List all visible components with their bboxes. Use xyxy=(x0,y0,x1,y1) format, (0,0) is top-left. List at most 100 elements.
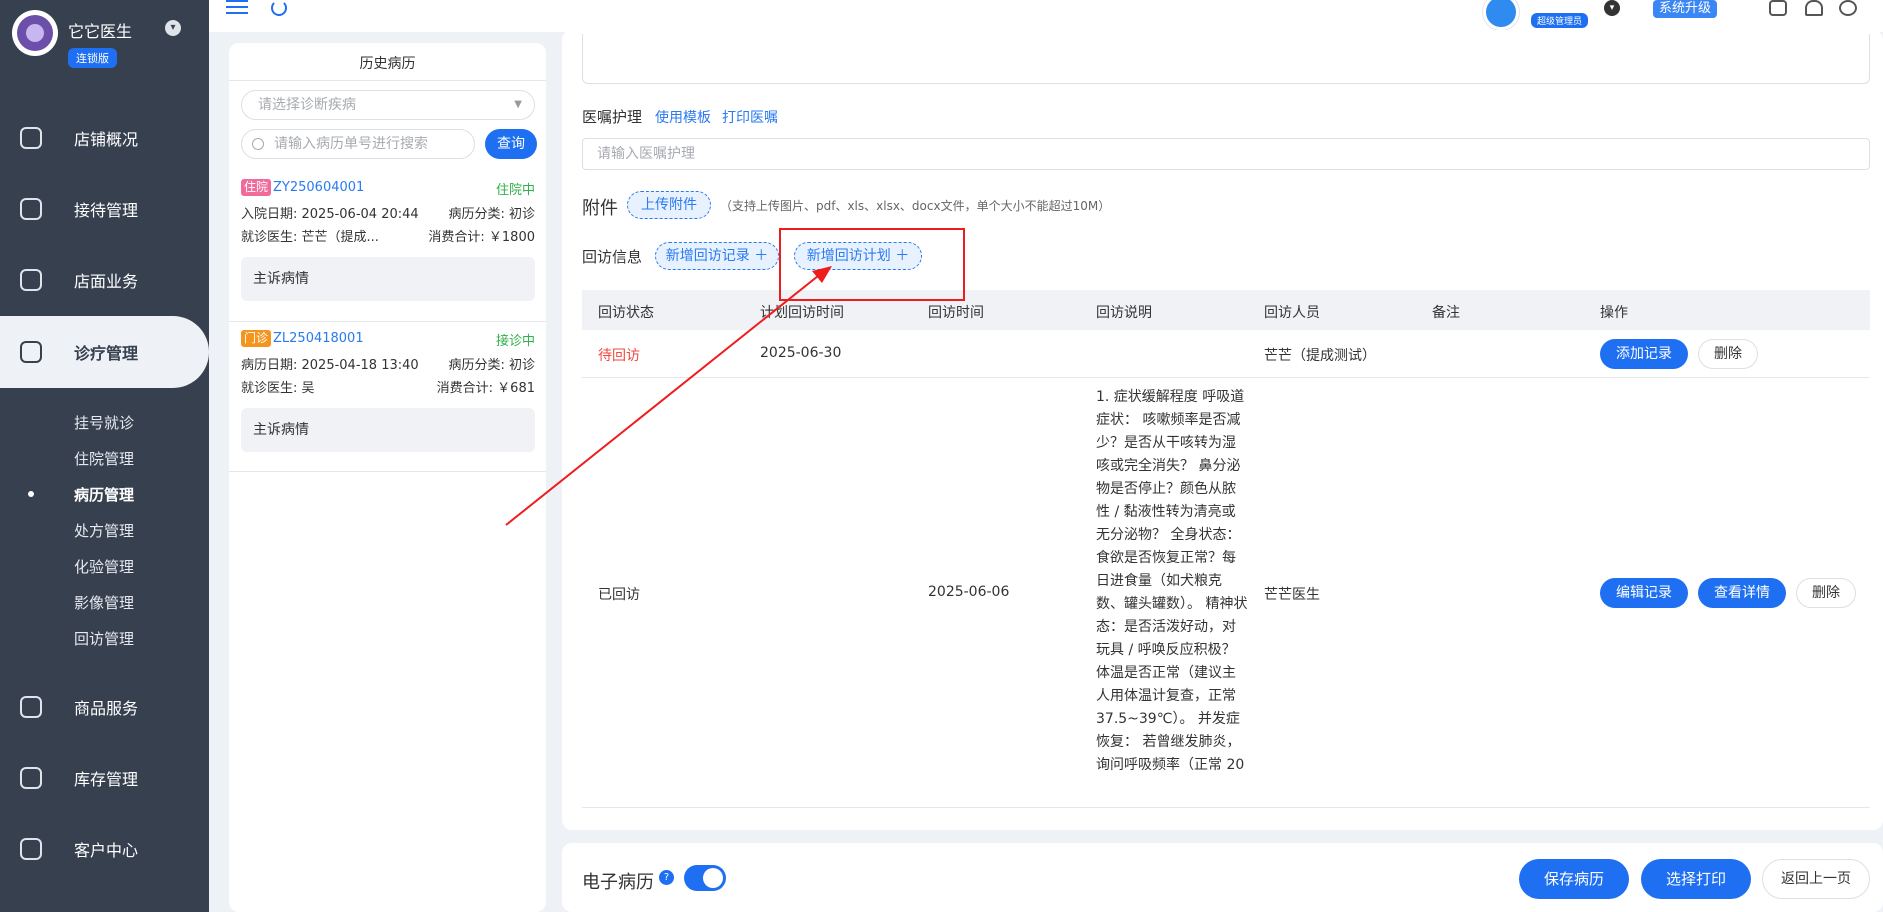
sub-item-registration[interactable]: 挂号就诊 xyxy=(74,412,134,433)
table-row: 待回访 2025-06-30 芒芒（提成测试） 添加记录 删除 xyxy=(582,330,1870,378)
record-total: 消费合计: ￥1800 xyxy=(428,230,535,245)
diagnosis-select-placeholder: 请选择诊断疾病 xyxy=(258,97,356,113)
brand[interactable]: 它它医生 连锁版 ▾ xyxy=(12,10,202,68)
reception-icon xyxy=(20,198,42,220)
sidebar-item-reception[interactable]: 接待管理 xyxy=(0,182,209,236)
chief-complaint[interactable]: 主诉病情 xyxy=(241,257,535,301)
delete-button[interactable]: 删除 xyxy=(1796,578,1856,608)
upload-attachment-button[interactable]: 上传附件 xyxy=(627,191,711,219)
sub-item-lab-tests[interactable]: 化验管理 xyxy=(74,556,134,577)
column-header: 操作 xyxy=(1600,305,1628,321)
edit-record-button[interactable]: 编辑记录 xyxy=(1600,578,1688,608)
emr-toggle[interactable] xyxy=(684,865,726,891)
chevron-down-icon[interactable]: ▾ xyxy=(165,20,181,36)
record-date: 入院日期: 2025-06-04 20:44 xyxy=(241,207,419,222)
visit-label: 回访信息 xyxy=(582,248,643,266)
attach-label: 附件 xyxy=(582,198,618,219)
sidebar-item-label: 库存管理 xyxy=(74,770,139,789)
bell-icon[interactable] xyxy=(1805,0,1823,16)
record-category: 病历分类: 初诊 xyxy=(448,358,535,373)
sidebar-item-label: 店面业务 xyxy=(74,272,139,291)
goods-icon xyxy=(20,696,42,718)
care-input[interactable]: 请输入医嘱护理 xyxy=(582,138,1870,170)
view-details-button[interactable]: 查看详情 xyxy=(1698,578,1786,608)
record-number[interactable]: ZY250604001 xyxy=(273,180,364,195)
print-care-link[interactable]: 打印医嘱 xyxy=(722,107,778,127)
sidebar-item-store-business[interactable]: 店面业务 xyxy=(0,253,209,307)
edition-badge: 连锁版 xyxy=(68,48,117,68)
column-header: 回访人员 xyxy=(1264,305,1320,321)
divider xyxy=(229,321,546,322)
record-doctor: 就诊医生: 吴 xyxy=(241,381,315,396)
record-doctor: 就诊医生: 芒芒（提成... xyxy=(241,230,379,245)
sub-item-follow-up[interactable]: 回访管理 xyxy=(74,628,134,649)
previous-textarea[interactable] xyxy=(582,34,1870,84)
calendar-check-icon[interactable] xyxy=(1769,0,1787,16)
customer-icon xyxy=(20,838,42,860)
current-dot xyxy=(28,491,34,497)
save-record-button[interactable]: 保存病历 xyxy=(1519,859,1629,899)
divider xyxy=(229,80,546,81)
use-template-link[interactable]: 使用模板 xyxy=(655,107,711,127)
select-print-button[interactable]: 选择打印 xyxy=(1641,859,1751,899)
visit-person: 芒芒医生 xyxy=(1264,587,1320,603)
back-button[interactable]: 返回上一页 xyxy=(1762,859,1870,899)
chevron-down-icon[interactable]: ▾ xyxy=(1604,0,1620,16)
store-icon xyxy=(20,269,42,291)
sidebar-item-label: 客户中心 xyxy=(74,841,139,860)
sub-item-imaging[interactable]: 影像管理 xyxy=(74,592,134,613)
sub-item-medical-records[interactable]: 病历管理 xyxy=(74,484,134,505)
sidebar-item-shop-overview[interactable]: 店铺概况 xyxy=(0,111,209,165)
record-total: 消费合计: ￥681 xyxy=(436,381,535,396)
avatar[interactable] xyxy=(1483,0,1519,30)
bottom-bar: 电子病历 ? 保存病历 选择打印 返回上一页 xyxy=(562,843,1883,912)
role-badge: 超级管理员 xyxy=(1531,13,1589,28)
diagnosis-select[interactable]: 请选择诊断疾病 ▼ xyxy=(241,90,535,120)
headset-icon[interactable] xyxy=(1839,0,1857,16)
menu-toggle-icon[interactable] xyxy=(226,0,248,14)
column-header: 回访状态 xyxy=(598,305,654,321)
visit-time: 2025-06-06 xyxy=(928,584,1010,600)
sidebar-item-goods[interactable]: 商品服务 xyxy=(0,680,209,734)
sidebar-item-inventory[interactable]: 库存管理 xyxy=(0,751,209,805)
sidebar-item-label: 诊疗管理 xyxy=(74,344,139,363)
dashboard-icon xyxy=(20,127,42,149)
query-button[interactable]: 查询 xyxy=(485,129,537,159)
sidebar-item-customers[interactable]: 客户中心 xyxy=(0,822,209,876)
annotation-highlight-box xyxy=(779,228,965,301)
sub-item-inpatient[interactable]: 住院管理 xyxy=(74,448,134,469)
sidebar: 它它医生 连锁版 ▾ 店铺概况 接待管理 店面业务 诊疗管理 挂号就诊 住院管理… xyxy=(0,0,209,912)
add-visit-record-button[interactable]: 新增回访记录 ＋ xyxy=(655,242,779,270)
visit-status: 已回访 xyxy=(598,587,640,603)
brand-name: 它它医生 xyxy=(68,22,133,41)
sub-item-prescriptions[interactable]: 处方管理 xyxy=(74,520,134,541)
brand-logo xyxy=(12,10,58,56)
history-title: 历史病历 xyxy=(359,56,416,72)
delete-button[interactable]: 删除 xyxy=(1698,339,1758,369)
sidebar-item-label: 接待管理 xyxy=(74,201,139,220)
list-item[interactable]: 门诊 ZL250418001 接诊中 病历日期: 2025-04-18 13:40… xyxy=(241,330,535,460)
add-record-button[interactable]: 添加记录 xyxy=(1600,339,1688,369)
chief-complaint[interactable]: 主诉病情 xyxy=(241,408,535,452)
medical-kit-icon xyxy=(20,341,42,363)
help-icon[interactable]: ? xyxy=(659,870,674,885)
refresh-icon[interactable] xyxy=(271,0,287,16)
table-header: 回访状态 计划回访时间 回访时间 回访说明 回访人员 备注 操作 xyxy=(582,290,1870,330)
search-icon xyxy=(252,138,264,150)
sidebar-item-label: 商品服务 xyxy=(74,699,139,718)
sidebar-item-label: 店铺概况 xyxy=(74,130,139,149)
upgrade-button[interactable]: 系统升级 xyxy=(1653,0,1718,18)
sidebar-item-medical[interactable]: 诊疗管理 xyxy=(0,316,209,388)
table-row: 已回访 2025-06-06 1. 症状缓解程度 呼吸道症状： 咳嗽频率是否减少… xyxy=(582,378,1870,808)
inpatient-tag: 住院 xyxy=(241,179,272,196)
column-header: 回访时间 xyxy=(928,305,984,321)
emr-label: 电子病历 xyxy=(582,872,654,893)
topbar: 超级管理员 ▾ 系统升级 xyxy=(209,0,1883,32)
record-number[interactable]: ZL250418001 xyxy=(273,331,364,346)
list-item[interactable]: 住院 ZY250604001 住院中 入院日期: 2025-06-04 20:44… xyxy=(241,179,535,309)
visit-note: 1. 症状缓解程度 呼吸道症状： 咳嗽频率是否减少？是否从干咳转为湿咳或完全消失… xyxy=(1096,389,1248,773)
main-panel: 医嘱护理 使用模板 打印医嘱 请输入医嘱护理 附件 上传附件 （支持上传图片、p… xyxy=(562,30,1883,830)
care-label: 医嘱护理 xyxy=(582,108,643,126)
status-badge: 住院中 xyxy=(495,183,535,198)
record-search-input[interactable]: 请输入病历单号进行搜索 xyxy=(241,129,475,159)
